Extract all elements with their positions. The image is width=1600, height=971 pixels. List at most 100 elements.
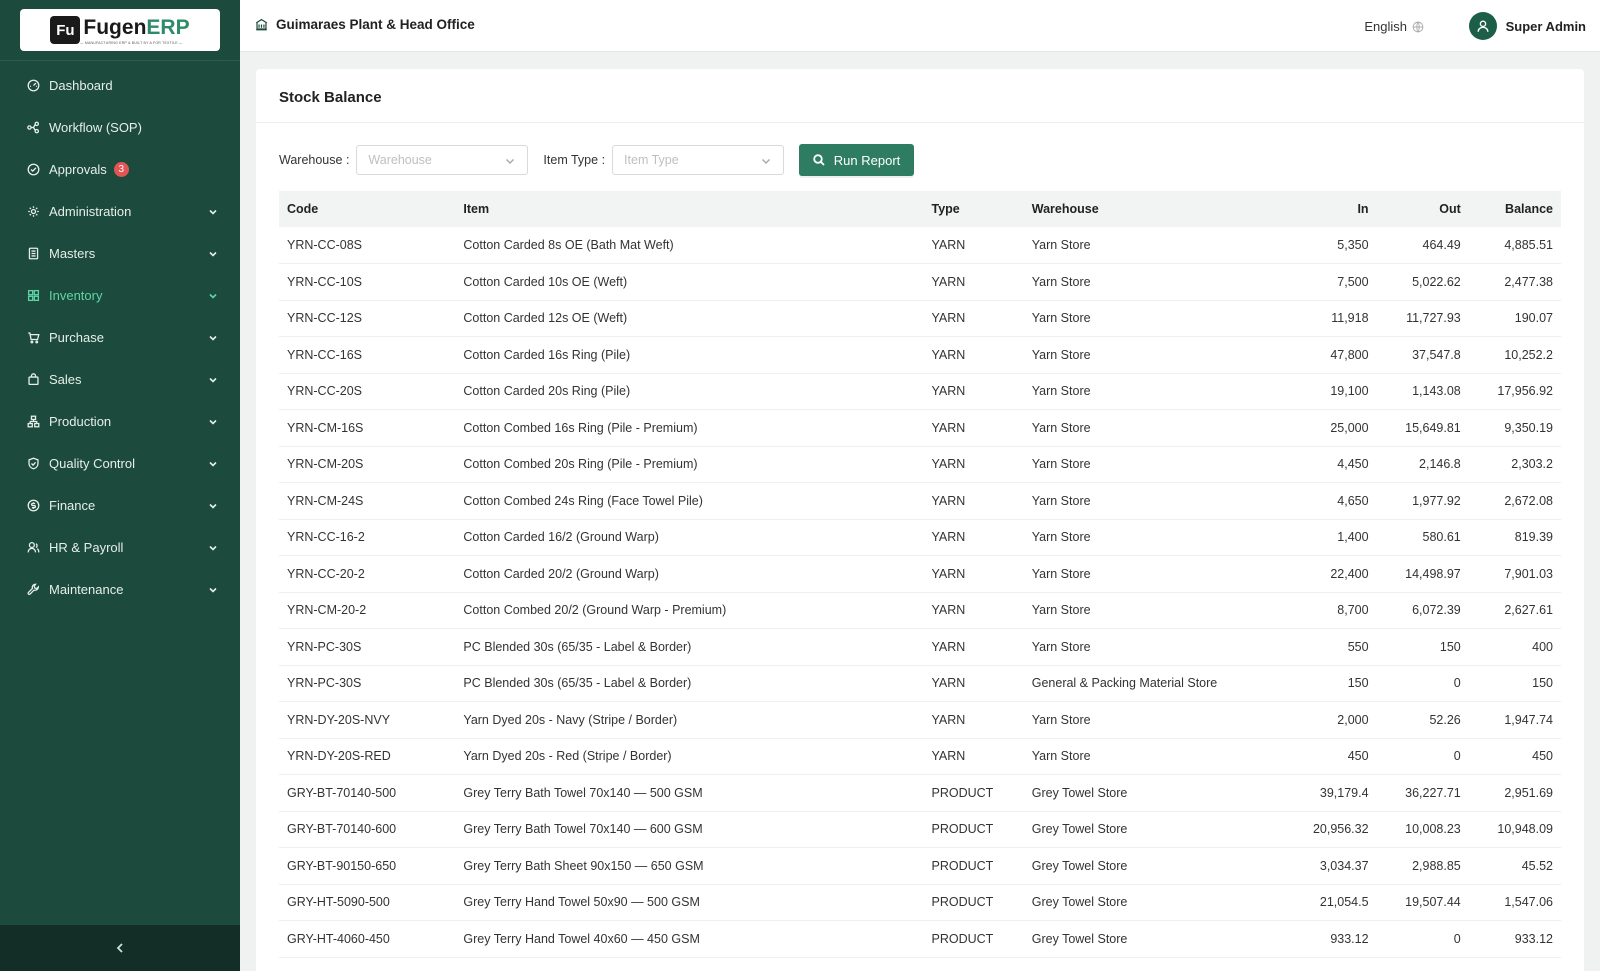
sidebar-item-hr-payroll[interactable]: HR & Payroll: [0, 526, 240, 568]
sidebar-item-label: Masters: [49, 245, 96, 261]
app-logo[interactable]: Fu FugenERP — MANUFACTURING ERP & BUILT …: [20, 9, 220, 51]
organization-selector[interactable]: Guimaraes Plant & Head Office: [255, 17, 475, 32]
chevron-down-icon: [208, 247, 218, 257]
table-row[interactable]: YRN-CC-16S Cotton Carded 16s Ring (Pile) Y…: [279, 336, 1561, 374]
cell-code: YRN-CC-20S: [279, 373, 456, 410]
sidebar-item-production[interactable]: Production: [0, 400, 240, 442]
cell-in: 7,500: [1280, 263, 1377, 301]
cell-out: 36,227.71: [1376, 774, 1469, 812]
sidebar-item-label: Approvals: [49, 161, 107, 177]
sidebar-item-finance[interactable]: Finance: [0, 484, 240, 526]
cell-item: Grey Terry Bath Towel 70x140 — 600 GSM: [455, 811, 924, 848]
cell-out: 10,008.23: [1376, 811, 1469, 848]
table-row[interactable]: YRN-CC-10S Cotton Carded 10s OE (Weft) YAR…: [279, 263, 1561, 301]
sidebar-item-administration[interactable]: Administration: [0, 190, 240, 232]
cell-warehouse: Yarn Store: [1023, 300, 1281, 337]
sidebar-item-workflow[interactable]: Workflow (SOP): [0, 106, 240, 148]
cell-item: PC Blended 30s (65/35 - Label & Border): [455, 628, 924, 666]
cell-in: 22,400: [1280, 555, 1377, 593]
warehouse-select[interactable]: Warehouse: [356, 145, 529, 175]
cell-out: 15,649.81: [1376, 409, 1469, 447]
table-row[interactable]: YRN-PC-30S PC Blended 30s (65/35 - Label …: [279, 628, 1561, 666]
cell-item: Grey Terry Hand Towel 50x90 — 500 GSM: [455, 884, 924, 921]
table-row[interactable]: YRN-CM-24S Cotton Combed 24s Ring (Face T…: [279, 482, 1561, 520]
sidebar-item-dashboard[interactable]: Dashboard: [0, 64, 240, 106]
column-header-in[interactable]: In: [1280, 191, 1377, 227]
chevron-down-icon: [506, 158, 515, 165]
cell-balance: 4,885.51: [1468, 227, 1561, 264]
cell-balance: 2,303.2: [1468, 446, 1561, 483]
cell-warehouse: Yarn Store: [1023, 336, 1281, 374]
cell-in: 4,450: [1280, 446, 1377, 483]
table-row[interactable]: GRY-HT-4060-450 Grey Terry Hand Towel 40x…: [279, 920, 1561, 958]
cell-item: Grey Terry Bath Towel 70x140 — 500 GSM: [455, 774, 924, 812]
cell-code: YRN-CM-20-2: [279, 592, 456, 629]
table-row[interactable]: YRN-CM-20-2 Cotton Combed 20/2 (Ground Wa…: [279, 592, 1561, 629]
column-header-code[interactable]: Code: [279, 191, 456, 227]
book-icon: [26, 246, 40, 260]
column-header-warehouse[interactable]: Warehouse: [1023, 191, 1281, 227]
cell-out: 52.26: [1376, 701, 1469, 739]
table-row[interactable]: YRN-CM-20S Cotton Combed 20s Ring (Pile -…: [279, 446, 1561, 483]
cell-type: YARN: [923, 446, 1024, 483]
user-menu[interactable]: Super Admin: [1468, 12, 1586, 40]
cell-type: YARN: [923, 227, 1024, 264]
column-header-type[interactable]: Type: [923, 191, 1024, 227]
cell-balance: 2,477.38: [1468, 263, 1561, 301]
divider: [0, 60, 240, 61]
table-row[interactable]: YRN-CC-16-2 Cotton Carded 16/2 (Ground Wa…: [279, 519, 1561, 556]
gear-icon: [26, 204, 40, 218]
sidebar-item-label: Sales: [49, 371, 82, 387]
cell-code: YRN-CM-16S: [279, 409, 456, 447]
page-title: Stock Balance: [256, 69, 1584, 123]
sidebar-collapse-button[interactable]: [0, 925, 240, 971]
sidebar-item-maintenance[interactable]: Maintenance: [0, 568, 240, 610]
table-row[interactable]: YRN-CC-20S Cotton Carded 20s Ring (Pile) Y…: [279, 373, 1561, 410]
column-header-item[interactable]: Item: [455, 191, 924, 227]
people-icon: [26, 540, 40, 554]
sidebar-item-label: Production: [49, 413, 112, 429]
cell-balance: 2,951.69: [1468, 774, 1561, 812]
table-row[interactable]: YRN-CC-12S Cotton Carded 12s OE (Weft) YAR…: [279, 300, 1561, 337]
cell-balance: 1,547.06: [1468, 884, 1561, 921]
sidebar-item-label: Purchase: [49, 329, 104, 345]
cell-type: YARN: [923, 336, 1024, 374]
table-row[interactable]: GRY-BT-70140-600 Grey Terry Bath Towel 70…: [279, 811, 1561, 848]
cell-type: YARN: [923, 300, 1024, 337]
sidebar-item-sales[interactable]: Sales: [0, 358, 240, 400]
sidebar-item-purchase[interactable]: Purchase: [0, 316, 240, 358]
cell-out: 0: [1376, 920, 1469, 958]
column-header-balance[interactable]: Balance: [1468, 191, 1561, 227]
language-selector[interactable]: English: [1364, 19, 1424, 34]
run-report-button[interactable]: Run Report: [799, 144, 915, 176]
cell-in: 47,800: [1280, 336, 1377, 374]
cell-type: YARN: [923, 409, 1024, 447]
approvals-count-badge: 3: [113, 161, 129, 177]
item-type-select[interactable]: Item Type: [612, 145, 785, 175]
table-row[interactable]: YRN-PC-30S PC Blended 30s (65/35 - Label …: [279, 665, 1561, 702]
table-row[interactable]: YRN-CC-20-2 Cotton Carded 20/2 (Ground Wa…: [279, 555, 1561, 593]
table-row[interactable]: GRY-BT-90150-650 Grey Terry Bath Sheet 90…: [279, 847, 1561, 885]
table-row[interactable]: YRN-DY-20S-NVY Yarn Dyed 20s - Navy (Stri…: [279, 701, 1561, 739]
cell-in: 550: [1280, 628, 1377, 666]
sidebar-item-masters[interactable]: Masters: [0, 232, 240, 274]
table-row[interactable]: YRN-DY-20S-RED Yarn Dyed 20s - Red (Strip…: [279, 738, 1561, 775]
sidebar-item-quality-control[interactable]: Quality Control: [0, 442, 240, 484]
cell-in: 39,179.4: [1280, 774, 1377, 812]
table-row[interactable]: YRN-CC-08S Cotton Carded 8s OE (Bath Mat …: [279, 227, 1561, 264]
cell-item: Cotton Carded 10s OE (Weft): [455, 263, 924, 301]
cell-warehouse: Yarn Store: [1023, 227, 1281, 264]
cell-out: 1,977.92: [1376, 482, 1469, 520]
column-header-out[interactable]: Out: [1376, 191, 1469, 227]
sidebar-item-approvals[interactable]: Approvals 3: [0, 148, 240, 190]
table-row[interactable]: GRY-BT-70140-500 Grey Terry Bath Towel 70…: [279, 774, 1561, 812]
table-row[interactable]: GRY-HT-5090-500 Grey Terry Hand Towel 50x…: [279, 884, 1561, 921]
cell-balance: 45.52: [1468, 847, 1561, 885]
cell-out: 19,507.44: [1376, 884, 1469, 921]
sidebar-item-inventory[interactable]: Inventory: [0, 274, 240, 316]
cell-code: YRN-CC-12S: [279, 300, 456, 337]
cell-balance: 10,252.2: [1468, 336, 1561, 374]
brand-suffix: ERP: [146, 15, 190, 39]
table-row[interactable]: YRN-CM-16S Cotton Combed 16s Ring (Pile -…: [279, 409, 1561, 447]
cell-type: YARN: [923, 592, 1024, 629]
